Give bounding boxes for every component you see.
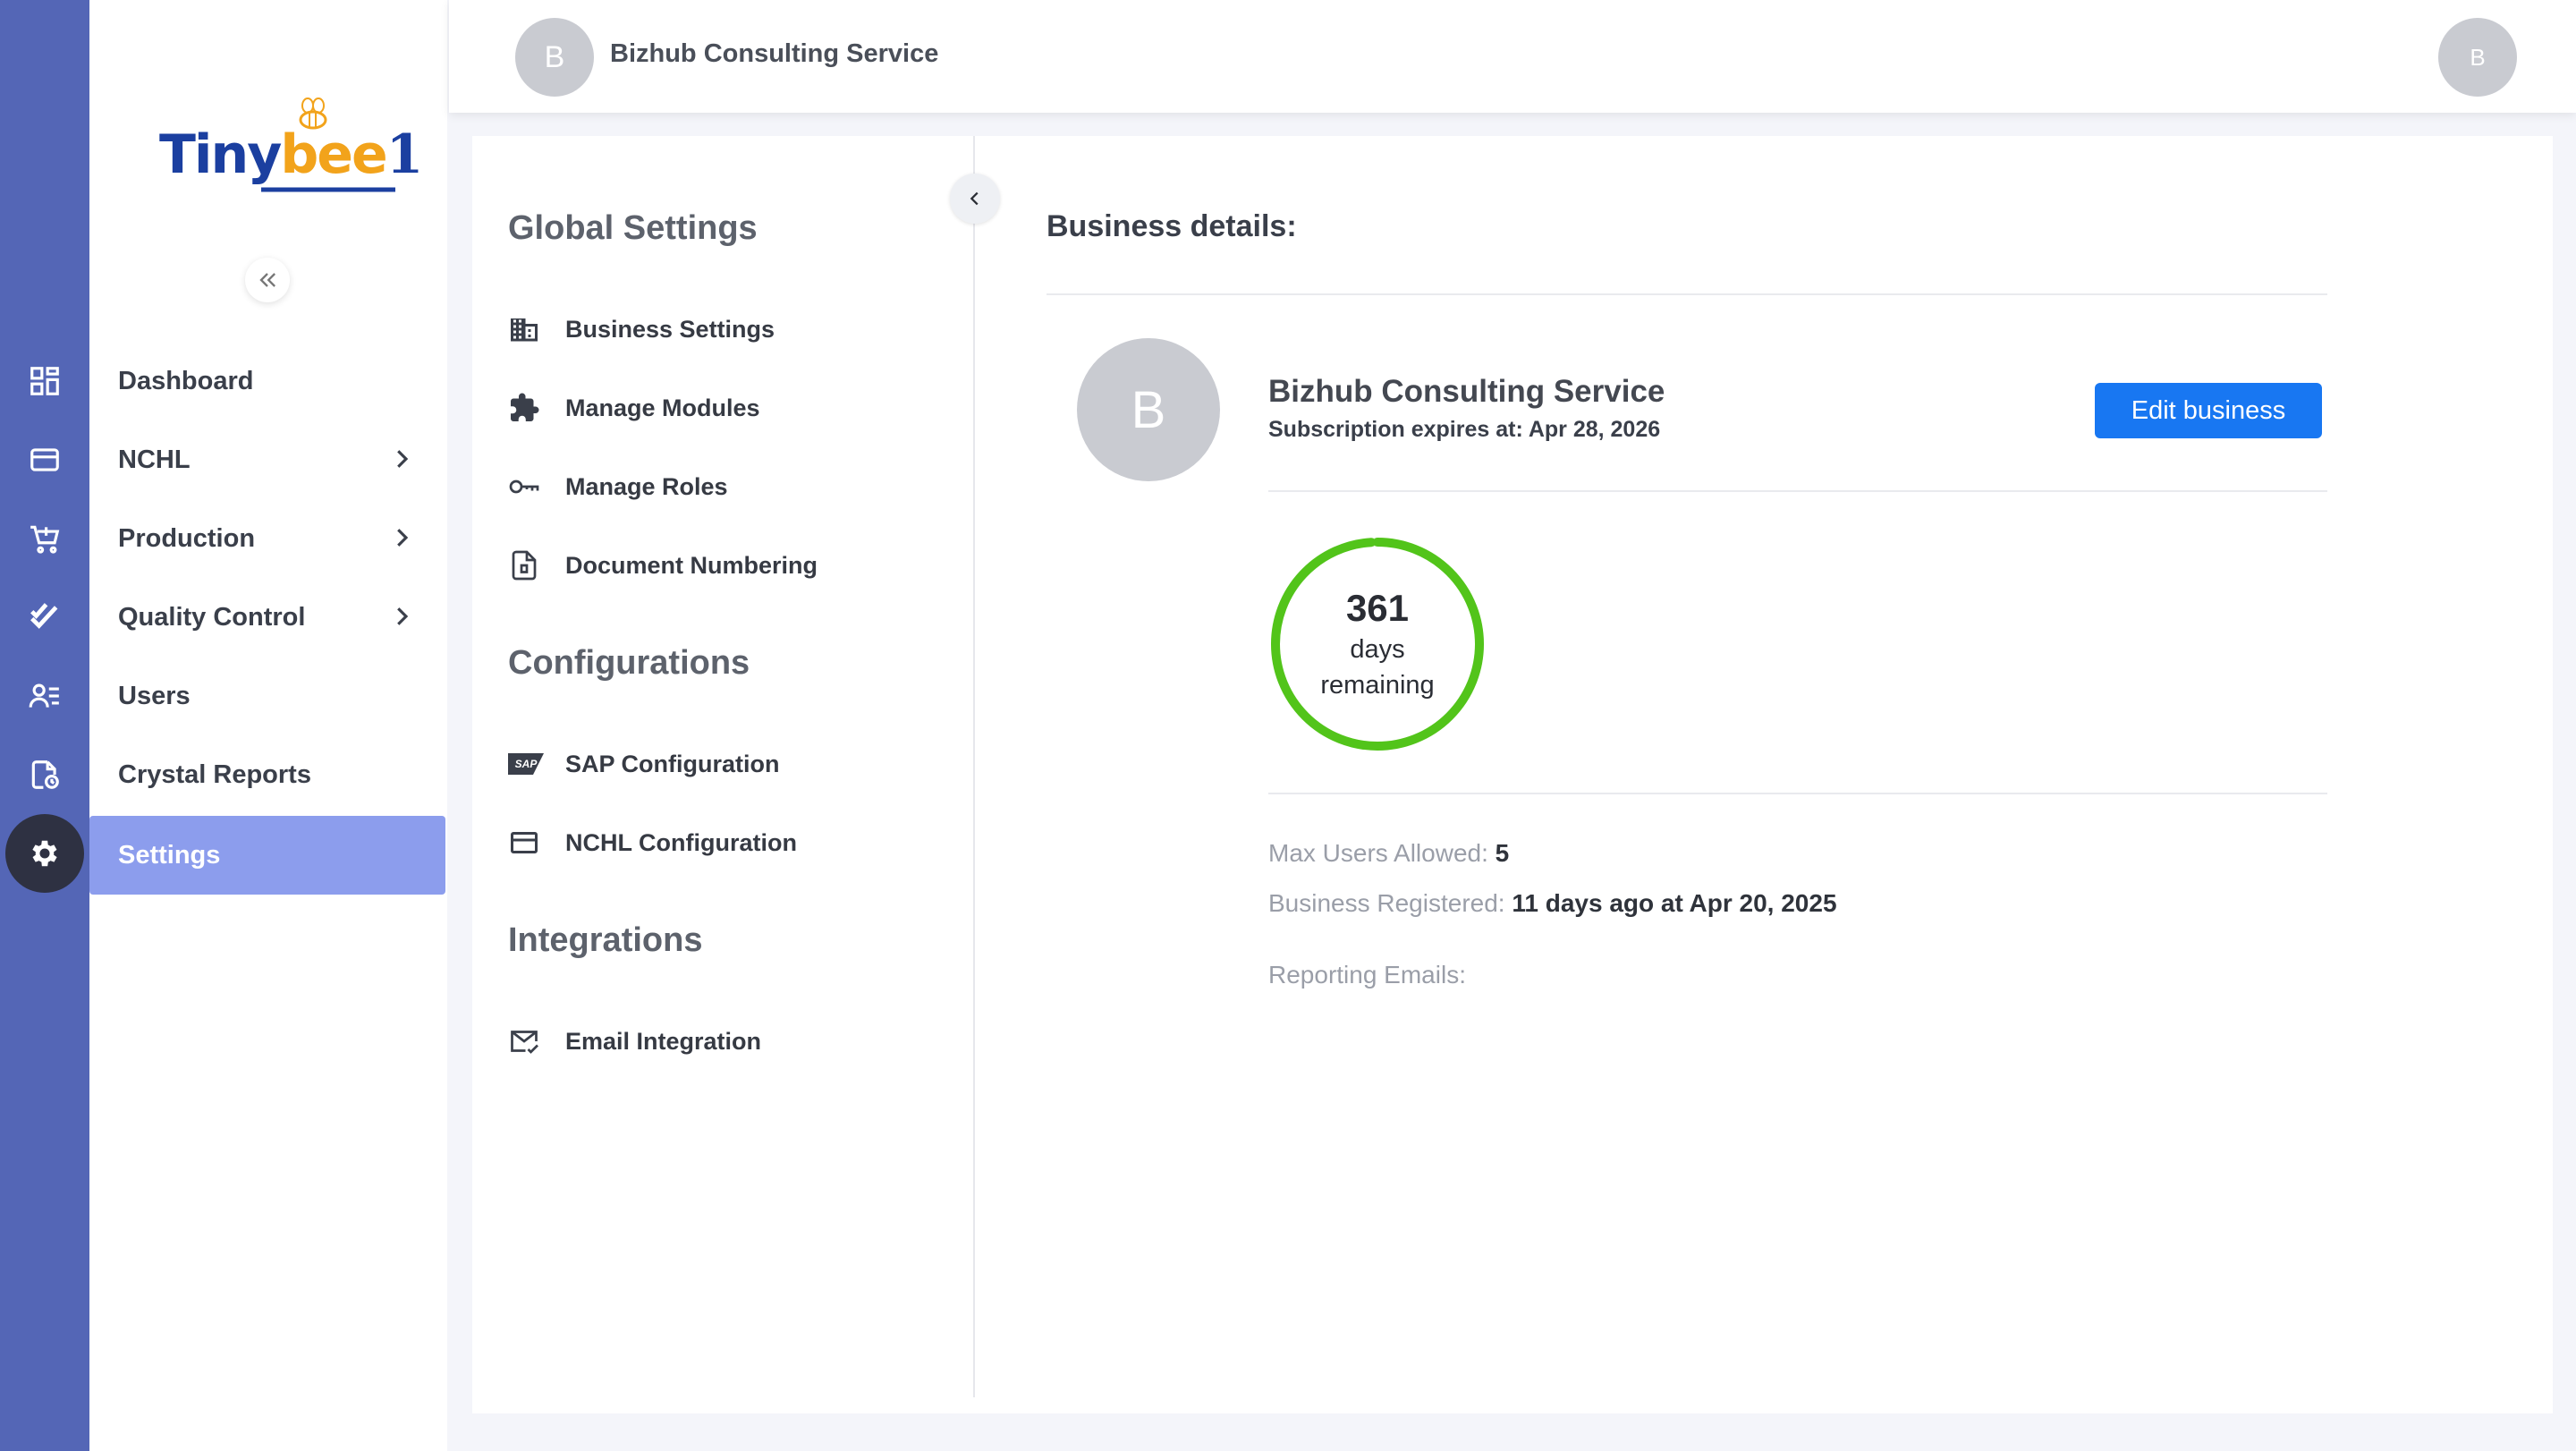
chevron-left-icon (970, 191, 979, 206)
logo-text-bee: bee (280, 123, 387, 186)
double-check-icon[interactable] (0, 578, 89, 657)
max-users-value: 5 (1495, 839, 1510, 867)
sidebar-item-crystal-reports[interactable]: Crystal Reports (89, 735, 445, 814)
sidebar-item-settings[interactable]: Settings (89, 816, 445, 895)
menu-item-label: SAP Configuration (565, 750, 780, 777)
sidebar-item-users[interactable]: Users (89, 657, 445, 735)
max-users-label: Max Users Allowed: (1268, 839, 1488, 867)
puzzle-icon (511, 393, 539, 421)
subscription-label: Subscription expires at: (1268, 417, 1523, 442)
double-chevron-left-icon (259, 273, 275, 287)
chevron-right-icon (397, 450, 409, 468)
chevron-right-icon (397, 607, 409, 625)
logo-text-one: 1 (386, 123, 424, 186)
sap-logo-icon: SAP (508, 753, 544, 775)
dashboard-icon[interactable] (0, 342, 89, 420)
collapse-sidebar-button[interactable] (245, 258, 290, 302)
reporting-emails-label: Reporting Emails: (1268, 961, 1466, 989)
divider (1268, 793, 2327, 794)
edit-business-button[interactable]: Edit business (2095, 383, 2322, 438)
menu-email-integration[interactable]: Email Integration (508, 1023, 761, 1059)
collapse-settings-menu-button[interactable] (950, 174, 1000, 224)
business-avatar[interactable]: B (515, 18, 594, 97)
document-icon (512, 550, 537, 581)
icon-rail (0, 0, 89, 1451)
settings-menu: Global Settings Business Settings Manage… (472, 136, 975, 1397)
users-list-icon[interactable] (0, 657, 89, 735)
tinybee-logo: Tinybee1 (159, 97, 423, 195)
sidebar-item-label: Dashboard (118, 366, 254, 395)
sidebar-item-label: NCHL (118, 445, 191, 474)
business-registered-line: Business Registered: 11 days ago at Apr … (1268, 889, 1837, 918)
divider (1268, 490, 2327, 492)
user-avatar[interactable]: B (2438, 18, 2517, 97)
cart-icon[interactable] (0, 499, 89, 578)
menu-item-label: Manage Roles (565, 472, 728, 500)
building-icon (511, 318, 538, 342)
sidebar-item-nchl[interactable]: NCHL (89, 420, 445, 499)
registered-value: 11 days ago at Apr 20, 2025 (1512, 889, 1837, 917)
menu-item-label: Manage Modules (565, 394, 760, 421)
integrations-title: Integrations (508, 921, 703, 959)
business-details-title: Business details: (1046, 209, 1297, 243)
menu-item-label: NCHL Configuration (565, 828, 797, 856)
sidebar-item-production[interactable]: Production (89, 499, 445, 578)
subscription-date: Apr 28, 2026 (1528, 417, 1661, 442)
sidebar-item-dashboard[interactable]: Dashboard (89, 342, 445, 420)
settings-card: Global Settings Business Settings Manage… (472, 136, 2553, 1413)
sidebar-item-label: Settings (118, 840, 221, 870)
configurations-title: Configurations (508, 644, 750, 682)
subscription-expiry: Subscription expires at: Apr 28, 2026 (1268, 417, 1660, 443)
sidebar-item-label: Users (118, 681, 191, 710)
menu-item-label: Document Numbering (565, 551, 818, 579)
menu-sap-configuration[interactable]: SAP SAP Configuration (508, 746, 780, 782)
card-icon[interactable] (0, 420, 89, 499)
card-icon (511, 832, 538, 853)
header-business-name: Bizhub Consulting Service (610, 39, 939, 68)
days-remaining-value: 361 (1345, 587, 1410, 629)
key-icon (509, 479, 539, 494)
mail-check-icon (511, 1031, 538, 1054)
business-name: Bizhub Consulting Service (1268, 374, 1665, 409)
menu-nchl-configuration[interactable]: NCHL Configuration (508, 825, 797, 861)
menu-item-label: Email Integration (565, 1027, 762, 1055)
sidebar-item-label: Production (118, 523, 256, 553)
sidebar-item-quality-control[interactable]: Quality Control (89, 578, 445, 657)
business-details-panel: Business details: B Bizhub Consulting Se… (1046, 136, 2334, 1388)
menu-item-label: Business Settings (565, 315, 775, 343)
remaining-word: remaining (1320, 671, 1435, 700)
max-users-line: Max Users Allowed: 5 (1268, 839, 1509, 868)
sidebar-item-label: Quality Control (118, 602, 306, 632)
divider (1046, 293, 2327, 295)
menu-manage-modules[interactable]: Manage Modules (508, 390, 760, 426)
top-header: B Bizhub Consulting Service B (449, 0, 2576, 113)
sidebar: Tinybee1 Dashboard NCHL Production Quali… (89, 0, 447, 1451)
business-avatar-large: B (1077, 338, 1220, 481)
logo-text-tiny: Tiny (159, 123, 282, 186)
menu-manage-roles[interactable]: Manage Roles (508, 469, 728, 505)
chevron-right-icon (397, 529, 409, 547)
menu-document-numbering[interactable]: Document Numbering (508, 547, 818, 583)
sidebar-item-label: Crystal Reports (118, 759, 311, 789)
days-word: days (1350, 635, 1405, 664)
days-remaining-text: 361 days remaining (1268, 535, 1487, 753)
menu-business-settings[interactable]: Business Settings (508, 311, 775, 347)
logo-underline (261, 187, 395, 192)
report-icon[interactable] (0, 735, 89, 814)
registered-label: Business Registered: (1268, 889, 1505, 917)
gear-icon[interactable] (0, 814, 89, 893)
global-settings-title: Global Settings (508, 209, 758, 247)
